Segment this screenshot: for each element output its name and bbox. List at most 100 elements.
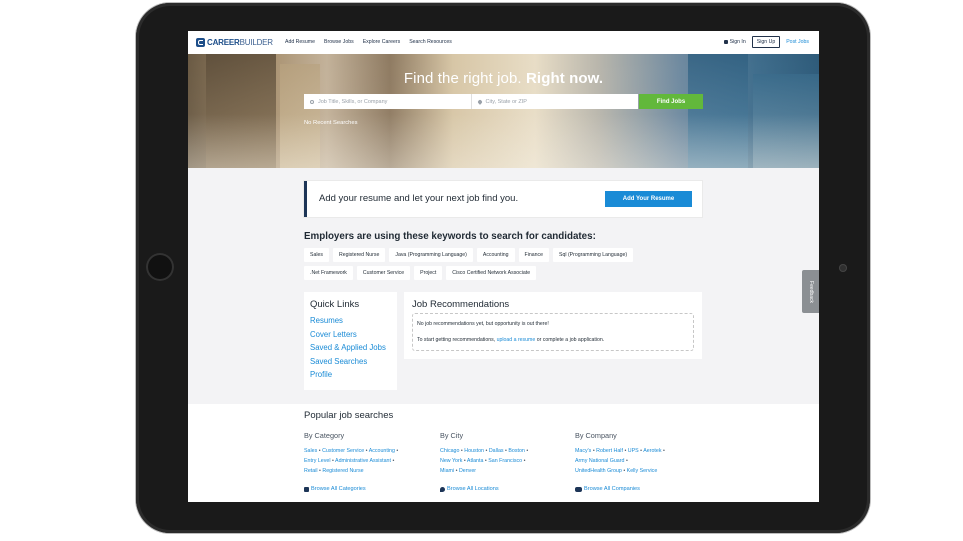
keywords-input[interactable]: Job Title, Skills, or Company (304, 94, 471, 109)
company-link[interactable]: Robert Half (596, 448, 623, 454)
category-links: Sales • Customer Service • Accounting • … (304, 448, 399, 474)
keyword-chip[interactable]: Project (414, 266, 443, 280)
quick-links-list: Resumes Cover Letters Saved & Applied Jo… (310, 316, 386, 379)
nav-add-resume[interactable]: Add Resume (285, 39, 315, 45)
company-link[interactable]: Kelly Service (627, 468, 658, 474)
job-recs-post: or complete a job application. (536, 337, 605, 343)
logo-text-light: BUILDER (239, 38, 273, 47)
job-recs-instruction: To start getting recommendations, upload… (417, 337, 604, 343)
category-link[interactable]: Entry Level (304, 458, 331, 464)
by-category-column: By Category Sales • Customer Service • A… (304, 431, 434, 476)
job-recommendations-panel: Job Recommendations No job recommendatio… (404, 292, 702, 359)
job-recommendations-title: Job Recommendations (412, 299, 510, 310)
location-pin-icon (440, 486, 445, 492)
keyword-chip[interactable]: Cisco Certified Network Associate (446, 266, 537, 280)
people-icon (575, 486, 582, 492)
location-pin-icon (476, 98, 483, 105)
logo-text-bold: CAREER (207, 38, 240, 47)
feedback-tab[interactable]: Feedback (802, 270, 819, 313)
city-link[interactable]: Chicago (440, 448, 459, 454)
city-link[interactable]: San Francisco (488, 458, 522, 464)
category-link[interactable]: Accounting (369, 448, 395, 454)
browse-all-locations-label: Browse All Locations (447, 486, 499, 492)
quick-link-resumes[interactable]: Resumes (310, 316, 386, 325)
quick-link-saved-searches[interactable]: Saved Searches (310, 357, 386, 366)
keyword-chip[interactable]: Java (Programming Language) (389, 248, 473, 262)
quick-links-panel: Quick Links Resumes Cover Letters Saved … (304, 292, 397, 390)
by-city-heading: By City (440, 431, 464, 440)
keyword-chip[interactable]: Finance (518, 248, 550, 262)
keyword-chip[interactable]: Sales (304, 248, 329, 262)
careerbuilder-logo[interactable]: CAREERBUILDER (196, 37, 273, 48)
by-company-heading: By Company (575, 431, 617, 440)
location-placeholder: City, State or ZIP (485, 98, 527, 105)
search-icon (310, 99, 314, 104)
camera-icon (839, 264, 847, 272)
city-link[interactable]: Miami (440, 468, 454, 474)
city-link[interactable]: Boston (508, 448, 525, 454)
feedback-label: Feedback (807, 280, 814, 303)
lock-icon (723, 40, 728, 44)
search-bar: Job Title, Skills, or Company City, Stat… (304, 94, 638, 109)
upload-resume-link[interactable]: upload a resume (497, 337, 536, 343)
by-category-heading: By Category (304, 431, 345, 440)
location-input[interactable]: City, State or ZIP (470, 94, 639, 109)
hero-banner: Find the right job. Right now. Job Title… (188, 54, 819, 168)
city-links: Chicago • Houston • Dallas • Boston • Ne… (440, 448, 529, 474)
job-recs-empty-text: No job recommendations yet, but opportun… (417, 321, 549, 327)
keywords-placeholder: Job Title, Skills, or Company (318, 98, 388, 105)
sign-in-link[interactable]: Sign In (723, 39, 746, 45)
nav-right: Sign In Sign Up Post Jobs (723, 36, 809, 48)
add-your-resume-button[interactable]: Add Your Resume (605, 191, 692, 207)
nav-browse-jobs[interactable]: Browse Jobs (324, 39, 354, 45)
resume-card-text: Add your resume and let your next job fi… (319, 193, 519, 204)
no-recent-searches: No Recent Searches (304, 120, 358, 126)
city-link[interactable]: Denver (459, 468, 476, 474)
by-company-column: By Company Macy's • Robert Half • UPS • … (575, 431, 705, 476)
company-link[interactable]: Army National Guard (575, 458, 624, 464)
category-link[interactable]: Retail (304, 468, 318, 474)
city-link[interactable]: Dallas (489, 448, 504, 454)
category-link[interactable]: Administrative Assistant (335, 458, 391, 464)
post-jobs-link[interactable]: Post Jobs (786, 39, 809, 45)
job-recs-pre: To start getting recommendations, (417, 337, 496, 343)
company-link[interactable]: Aerotek (643, 448, 661, 454)
company-link[interactable]: UnitedHealth Group (575, 468, 622, 474)
browse-all-companies-link[interactable]: Browse All Companies (575, 486, 640, 492)
quick-link-cover-letters[interactable]: Cover Letters (310, 330, 386, 339)
company-link[interactable]: UPS (628, 448, 639, 454)
screen: CAREERBUILDER Add Resume Browse Jobs Exp… (188, 31, 819, 502)
quick-link-saved-applied-jobs[interactable]: Saved & Applied Jobs (310, 343, 386, 352)
find-jobs-button[interactable]: Find Jobs (639, 94, 703, 109)
city-link[interactable]: Houston (464, 448, 484, 454)
browse-all-categories-link[interactable]: Browse All Categories (304, 486, 366, 492)
browse-all-companies-label: Browse All Companies (584, 486, 640, 492)
sign-up-button[interactable]: Sign Up (751, 36, 781, 48)
category-link[interactable]: Registered Nurse (322, 468, 363, 474)
category-link[interactable]: Customer Service (322, 448, 364, 454)
keyword-chip[interactable]: .Net Framework (304, 266, 353, 280)
headline-bold: Right now. (526, 70, 604, 87)
keywords-title: Employers are using these keywords to se… (304, 231, 596, 242)
headline-light: Find the right job. (403, 70, 522, 87)
nav-explore-careers[interactable]: Explore Careers (363, 39, 400, 45)
hero-haze (188, 114, 819, 168)
keyword-chip[interactable]: Registered Nurse (332, 248, 386, 262)
quick-links-title: Quick Links (310, 299, 360, 310)
browse-all-locations-link[interactable]: Browse All Locations (440, 486, 499, 492)
keyword-chip[interactable]: Sql (Programming Language) (553, 248, 634, 262)
city-link[interactable]: Atlanta (467, 458, 484, 464)
keyword-chip[interactable]: Accounting (476, 248, 515, 262)
resume-card: Add your resume and let your next job fi… (304, 181, 702, 217)
category-link[interactable]: Sales (304, 448, 317, 454)
keyword-chip[interactable]: Customer Service (356, 266, 411, 280)
quick-link-profile[interactable]: Profile (310, 370, 386, 379)
company-links: Macy's • Robert Half • UPS • Aerotek • A… (575, 448, 665, 474)
home-button[interactable] (146, 253, 174, 281)
nav-search-resources[interactable]: Search Resources (409, 39, 452, 45)
company-link[interactable]: Macy's (575, 448, 591, 454)
city-link[interactable]: New York (440, 458, 462, 464)
nav-links: Add Resume Browse Jobs Explore Careers S… (285, 39, 452, 45)
top-nav: CAREERBUILDER Add Resume Browse Jobs Exp… (188, 31, 819, 55)
hero-headline: Find the right job. Right now. (188, 70, 819, 87)
